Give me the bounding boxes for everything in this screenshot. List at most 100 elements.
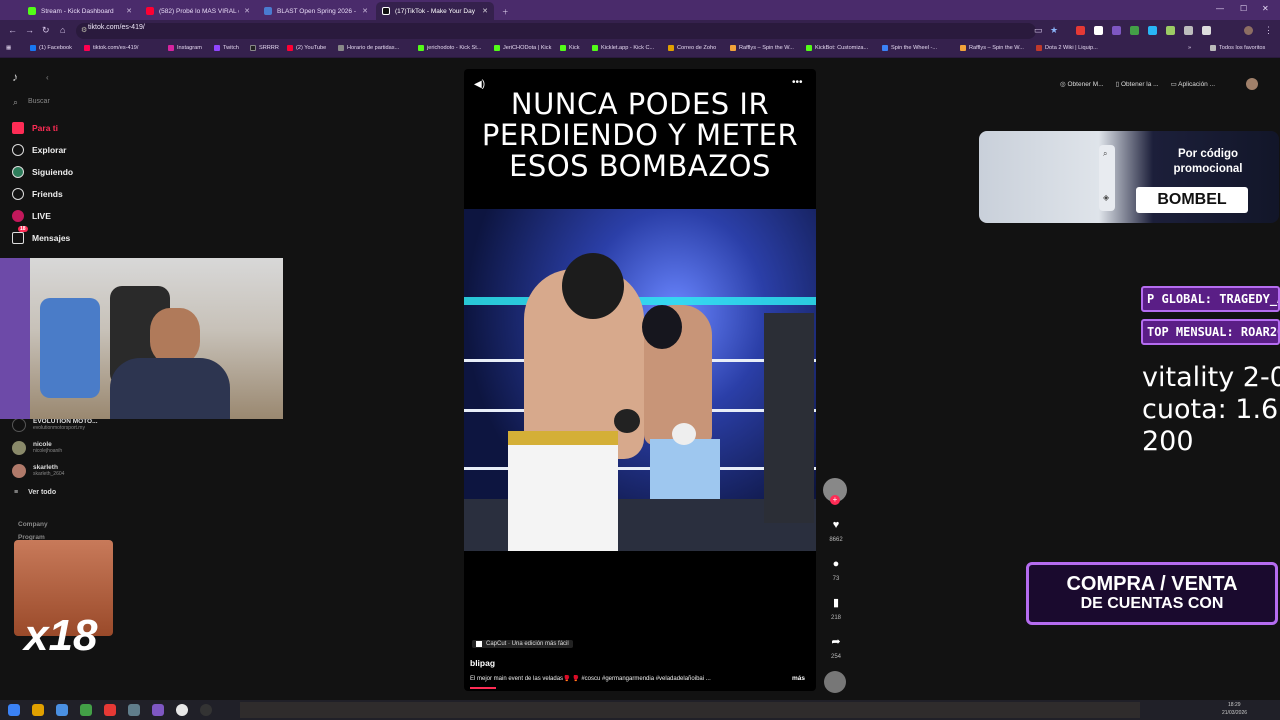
extension-icon[interactable] (1148, 26, 1157, 35)
comment-action[interactable]: ● 73 (824, 555, 848, 582)
followed-account[interactable]: EVOLUTION MOTO... evolutionmotorsport.my (12, 418, 98, 432)
start-icon[interactable] (8, 704, 20, 716)
extension-icon[interactable] (1076, 26, 1085, 35)
bookmark[interactable]: Twitch (214, 45, 239, 51)
all-favorites-folder[interactable]: Todos los favoritos (1210, 45, 1265, 51)
clock-time[interactable]: 18:29 (1228, 702, 1241, 708)
bookmark[interactable]: Horario de partidas... (338, 45, 399, 51)
tab-kick-dashboard[interactable]: Stream - Kick Dashboard ✕ (22, 2, 138, 20)
heart-icon[interactable]: ♥ (827, 516, 845, 534)
progress-bar[interactable] (470, 687, 496, 689)
discord-icon[interactable] (152, 704, 164, 716)
tab-liquipedia[interactable]: BLAST Open Spring 2026 - Liqu... ✕ (258, 2, 374, 20)
sidebar-item-mensajes[interactable]: Mensajes 18 (12, 226, 70, 244)
chrome-icon[interactable] (176, 704, 188, 716)
app-icon[interactable] (104, 704, 116, 716)
extension-icon[interactable] (1112, 26, 1121, 35)
bookmark[interactable]: JeriCHODota | Kick (494, 45, 551, 51)
close-icon[interactable]: ✕ (244, 7, 250, 15)
get-coins-link[interactable]: ◎ Obtener M... (1060, 80, 1104, 88)
extension-icon[interactable] (1184, 26, 1193, 35)
obs-icon[interactable] (200, 704, 212, 716)
sidebar-item-siguiendo[interactable]: Siguiendo (12, 166, 73, 178)
get-app-link[interactable]: ▯ Obtener la ... (1116, 80, 1159, 88)
see-all-link[interactable]: ≡ Ver todo (14, 489, 56, 496)
bookmark[interactable]: (2) YouTube (287, 45, 326, 51)
collapse-chevron-icon[interactable]: ‹ (46, 73, 49, 82)
tab-youtube[interactable]: (582) Probé lo MÁS VIRAL de... ✕ (140, 2, 256, 20)
site-info-icon[interactable]: ⚙ (81, 26, 87, 34)
like-action[interactable]: ♥ 8662 (824, 516, 848, 543)
capcut-tag[interactable]: CapCut · Una edición más fácil (472, 640, 573, 648)
tiktok-logo[interactable]: ♪ (12, 70, 18, 84)
bookmark[interactable]: Dota 2 Wiki | Liquip... (1036, 45, 1098, 51)
bookmark[interactable]: SRRRR (250, 45, 279, 51)
forward-icon[interactable]: → (25, 25, 34, 35)
bookmark[interactable]: (1) Facebook (30, 45, 72, 51)
minimize-icon[interactable]: — (1216, 4, 1224, 13)
menu-kebab-icon[interactable]: ⋮ (1264, 25, 1273, 36)
bookmark[interactable]: jerichodoto - Kick St... (418, 45, 481, 51)
bookmark[interactable]: Rafflys – Spin the W... (960, 45, 1024, 51)
url-text[interactable]: tiktok.com/es-419/ (88, 24, 145, 31)
bookmark[interactable]: Correo de Zoho (668, 45, 716, 51)
bookmark[interactable]: Kicklet.app - Kick C... (592, 45, 654, 51)
sidebar-item-live[interactable]: LIVE (12, 210, 51, 222)
bookmark[interactable]: Kick (560, 45, 580, 51)
followed-account[interactable]: skarleth skarleth_2604 (12, 464, 64, 478)
apps-grid-icon[interactable]: ▦ (6, 45, 11, 51)
bookmark[interactable]: Spin the Wheel -... (882, 45, 937, 51)
close-window-icon[interactable]: ✕ (1262, 4, 1269, 13)
bookmark-action[interactable]: ▮ 218 (824, 594, 848, 621)
back-icon[interactable]: ← (8, 25, 17, 35)
followed-account[interactable]: nicole nicolejhoanih (12, 441, 62, 455)
bookmark[interactable]: Instagram (168, 45, 202, 51)
extension-icon[interactable] (1094, 26, 1103, 35)
bookmark[interactable]: KickBot: Customiza... (806, 45, 868, 51)
video-player[interactable]: ◀) ••• NUNCA PODES IR PERDIENDO Y METER … (464, 69, 816, 691)
sidebar-item-explorar[interactable]: Explorar (12, 144, 67, 156)
cast-icon[interactable]: ▭ (1034, 25, 1043, 36)
video-author[interactable]: blipag (470, 658, 495, 668)
extension-icon[interactable] (1166, 26, 1175, 35)
desktop-app-link[interactable]: ▭ Aplicación ... (1171, 80, 1215, 88)
user-avatar[interactable] (1246, 78, 1258, 90)
webcam-bleed-strip (240, 702, 1140, 718)
follow-plus-icon[interactable]: + (830, 495, 840, 505)
star-icon[interactable]: ★ (1050, 25, 1058, 36)
more-options-icon[interactable]: ••• (792, 77, 803, 88)
footer-link[interactable]: Company (18, 521, 48, 528)
more-link[interactable]: más (792, 675, 805, 682)
close-icon[interactable]: ✕ (362, 7, 368, 15)
close-icon[interactable]: ✕ (482, 7, 488, 15)
search-input[interactable]: Buscar (28, 98, 50, 105)
bookmark-icon[interactable]: ▮ (827, 594, 845, 612)
clock-date[interactable]: 21/03/2026 (1222, 710, 1247, 716)
explorer-icon[interactable] (32, 704, 44, 716)
music-disc-avatar[interactable] (824, 671, 846, 693)
share-icon[interactable]: ➦ (827, 633, 845, 651)
sidebar-item-para-ti[interactable]: Para ti (12, 122, 58, 134)
tab-label: Stream - Kick Dashboard (41, 7, 114, 15)
profile-avatar[interactable] (1244, 26, 1253, 35)
bookmark[interactable]: tiktok.com/es-419/ (84, 45, 138, 51)
maximize-icon[interactable]: ☐ (1240, 4, 1247, 13)
creator-avatar[interactable]: + (823, 478, 847, 505)
bookmark[interactable]: Rafflys – Spin the W... (730, 45, 794, 51)
sidebar-item-friends[interactable]: Friends (12, 188, 63, 200)
new-tab-button[interactable]: ＋ (496, 2, 515, 20)
reload-icon[interactable]: ↻ (42, 25, 50, 36)
app-icon[interactable] (56, 704, 68, 716)
tab-tiktok[interactable]: (17)TikTok - Make Your Day ✕ (376, 2, 494, 20)
omnibox[interactable]: ⚙ (76, 23, 1036, 39)
home-icon[interactable]: ⌂ (60, 25, 65, 35)
chevron-right-icon[interactable]: » (1188, 45, 1191, 51)
app-icon[interactable] (80, 704, 92, 716)
extension-icon[interactable] (1130, 26, 1139, 35)
close-icon[interactable]: ✕ (126, 7, 132, 15)
steam-icon[interactable] (128, 704, 140, 716)
like-count: 8662 (829, 537, 843, 543)
comment-icon[interactable]: ● (827, 555, 845, 573)
share-action[interactable]: ➦ 254 (824, 633, 848, 660)
extensions-puzzle-icon[interactable] (1202, 26, 1211, 35)
